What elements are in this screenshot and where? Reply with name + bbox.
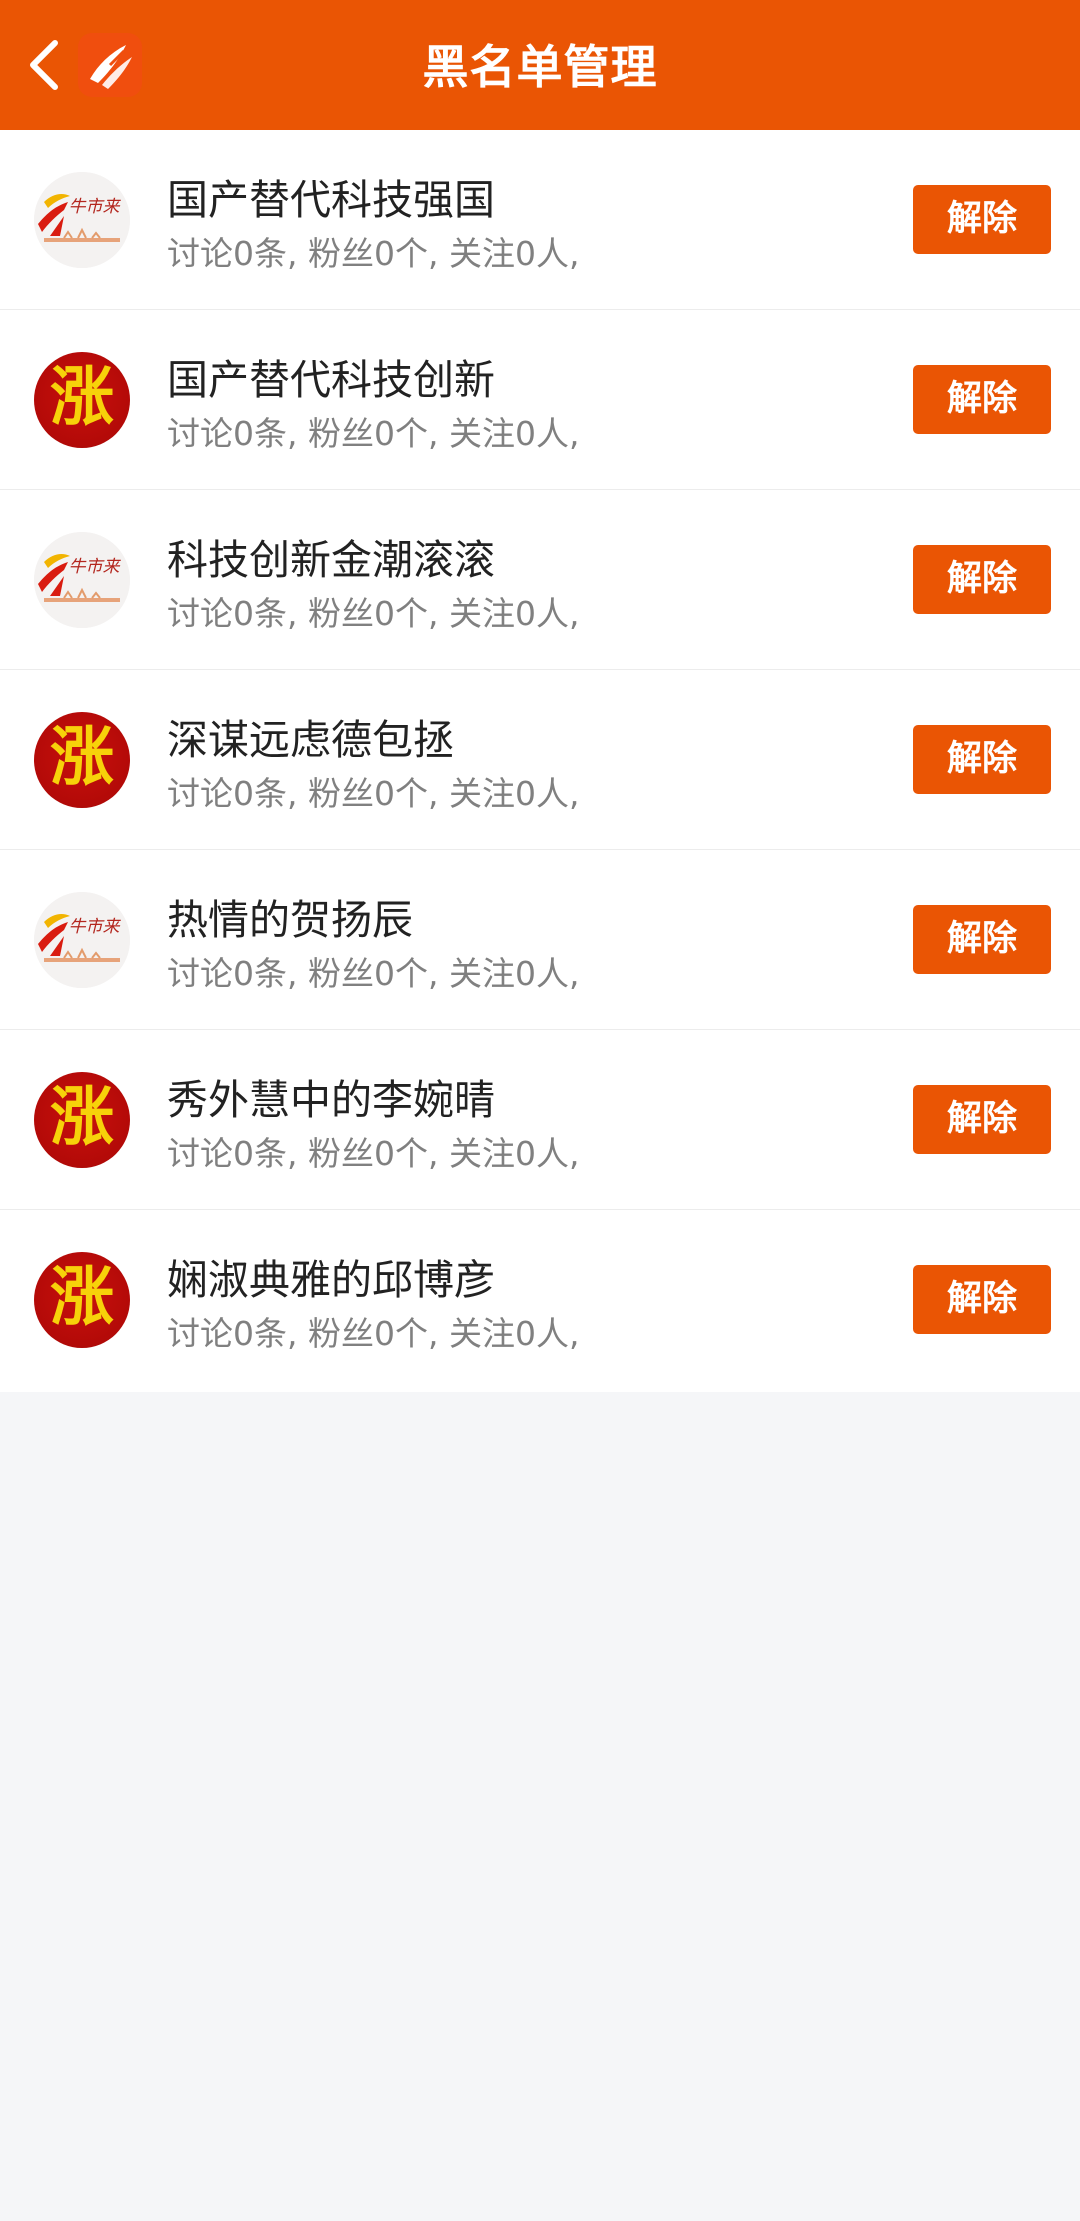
user-stats: 讨论0条, 粉丝0个, 关注0人, [167, 234, 580, 273]
user-stats: 讨论0条, 粉丝0个, 关注0人, [167, 594, 580, 633]
avatar[interactable]: 牛市来 [34, 892, 130, 988]
avatar-text: 涨 [50, 1261, 114, 1335]
unblock-button[interactable]: 解除 [913, 365, 1051, 434]
avatar[interactable]: 涨 [34, 1252, 130, 1348]
list-item: 牛市来 科技创新金潮滚滚 讨论0条, 粉丝0个, 关注0人, 解除 [0, 490, 1080, 670]
list-item: 涨 国产替代科技创新 讨论0条, 粉丝0个, 关注0人, 解除 [0, 310, 1080, 490]
list-item: 牛市来 国产替代科技强国 讨论0条, 粉丝0个, 关注0人, 解除 [0, 130, 1080, 310]
list-item: 涨 秀外慧中的李婉晴 讨论0条, 粉丝0个, 关注0人, 解除 [0, 1030, 1080, 1210]
unblock-button[interactable]: 解除 [913, 905, 1051, 974]
user-name[interactable]: 国产替代科技强国 [167, 166, 495, 226]
avatar-brush-text: 牛市来 [69, 917, 122, 937]
unblock-button[interactable]: 解除 [913, 1085, 1051, 1154]
avatar[interactable]: 涨 [34, 352, 130, 448]
user-name[interactable]: 热情的贺扬辰 [167, 886, 413, 946]
page-title: 黑名单管理 [422, 40, 658, 94]
avatar-brush-text: 牛市来 [69, 557, 122, 577]
avatar[interactable]: 牛市来 [34, 172, 130, 268]
user-name[interactable]: 国产替代科技创新 [167, 346, 495, 406]
avatar[interactable]: 涨 [34, 712, 130, 808]
unblock-button[interactable]: 解除 [913, 545, 1051, 614]
avatar-text: 涨 [50, 721, 114, 795]
list-item: 牛市来 热情的贺扬辰 讨论0条, 粉丝0个, 关注0人, 解除 [0, 850, 1080, 1030]
user-stats: 讨论0条, 粉丝0个, 关注0人, [167, 954, 580, 993]
user-stats: 讨论0条, 粉丝0个, 关注0人, [167, 1314, 580, 1353]
user-name[interactable]: 科技创新金潮滚滚 [167, 526, 495, 586]
avatar-brush-text: 牛市来 [69, 197, 122, 217]
blacklist: 牛市来 国产替代科技强国 讨论0条, 粉丝0个, 关注0人, 解除 涨 国产替代… [0, 130, 1080, 1392]
avatar[interactable]: 涨 [34, 1072, 130, 1168]
unblock-button[interactable]: 解除 [913, 1265, 1051, 1334]
avatar-text: 涨 [50, 361, 114, 435]
user-name[interactable]: 深谋远虑德包拯 [167, 706, 454, 766]
avatar-text: 涨 [50, 1081, 114, 1155]
user-name[interactable]: 秀外慧中的李婉晴 [167, 1066, 495, 1126]
user-stats: 讨论0条, 粉丝0个, 关注0人, [167, 414, 580, 453]
unblock-button[interactable]: 解除 [913, 185, 1051, 254]
user-stats: 讨论0条, 粉丝0个, 关注0人, [167, 1134, 580, 1173]
user-name[interactable]: 娴淑典雅的邱博彦 [167, 1246, 495, 1306]
unblock-button[interactable]: 解除 [913, 725, 1051, 794]
avatar[interactable]: 牛市来 [34, 532, 130, 628]
top-bar: 黑名单管理 [0, 0, 1080, 130]
list-item: 涨 深谋远虑德包拯 讨论0条, 粉丝0个, 关注0人, 解除 [0, 670, 1080, 850]
user-stats: 讨论0条, 粉丝0个, 关注0人, [167, 774, 580, 813]
list-item: 涨 娴淑典雅的邱博彦 讨论0条, 粉丝0个, 关注0人, 解除 [0, 1210, 1080, 1392]
